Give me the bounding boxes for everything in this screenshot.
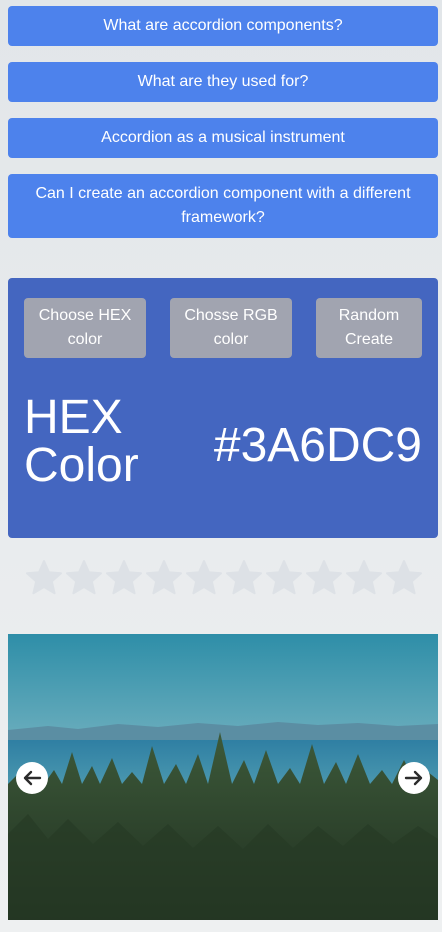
accordion-item-label: What are accordion components? [103,17,343,34]
star-icon [306,560,342,595]
star-icon [26,560,62,595]
star-10[interactable] [384,558,424,598]
star-icon [266,560,302,595]
arrow-right-icon [404,770,423,786]
carousel-image [8,634,438,920]
accordion-item-what-are[interactable]: What are accordion components? [8,6,438,46]
star-4[interactable] [144,558,184,598]
star-1[interactable] [24,558,64,598]
choose-rgb-label: Chosse RGB color [184,307,278,348]
accordion-item-label: What are they used for? [137,73,309,90]
accordion-item-musical-instrument[interactable]: Accordion as a musical instrument [8,118,438,158]
random-create-button[interactable]: Random Create [316,298,422,358]
color-value: #3A6DC9 [213,419,422,472]
image-carousel [8,634,438,920]
accordion-item-used-for[interactable]: What are they used for? [8,62,438,102]
carousel-next-button[interactable] [398,762,430,794]
star-icon [386,560,422,595]
page: What are accordion components? What are … [0,0,442,932]
carousel-prev-button[interactable] [16,762,48,794]
star-icon [146,560,182,595]
star-icon [346,560,382,595]
star-6[interactable] [224,558,264,598]
star-icon [186,560,222,595]
random-create-label: Random Create [338,307,400,348]
accordion-item-label: Accordion as a musical instrument [101,129,345,146]
color-mode-label: HEX Color [24,391,139,492]
arrow-left-icon [23,770,42,786]
star-icon [106,560,142,595]
star-9[interactable] [344,558,384,598]
star-3[interactable] [104,558,144,598]
choose-hex-button[interactable]: Choose HEX color [24,298,146,358]
accordion-item-label: Can I create an accordion component with… [35,185,411,226]
star-icon [66,560,102,595]
choose-hex-label: Choose HEX color [38,307,132,348]
accordion-item-other-framework[interactable]: Can I create an accordion component with… [8,174,438,238]
star-7[interactable] [264,558,304,598]
star-rating [24,558,424,600]
star-2[interactable] [64,558,104,598]
star-icon [226,560,262,595]
color-generator-panel: Choose HEX color Chosse RGB color Random… [8,278,438,538]
star-5[interactable] [184,558,224,598]
star-8[interactable] [304,558,344,598]
choose-rgb-button[interactable]: Chosse RGB color [170,298,292,358]
